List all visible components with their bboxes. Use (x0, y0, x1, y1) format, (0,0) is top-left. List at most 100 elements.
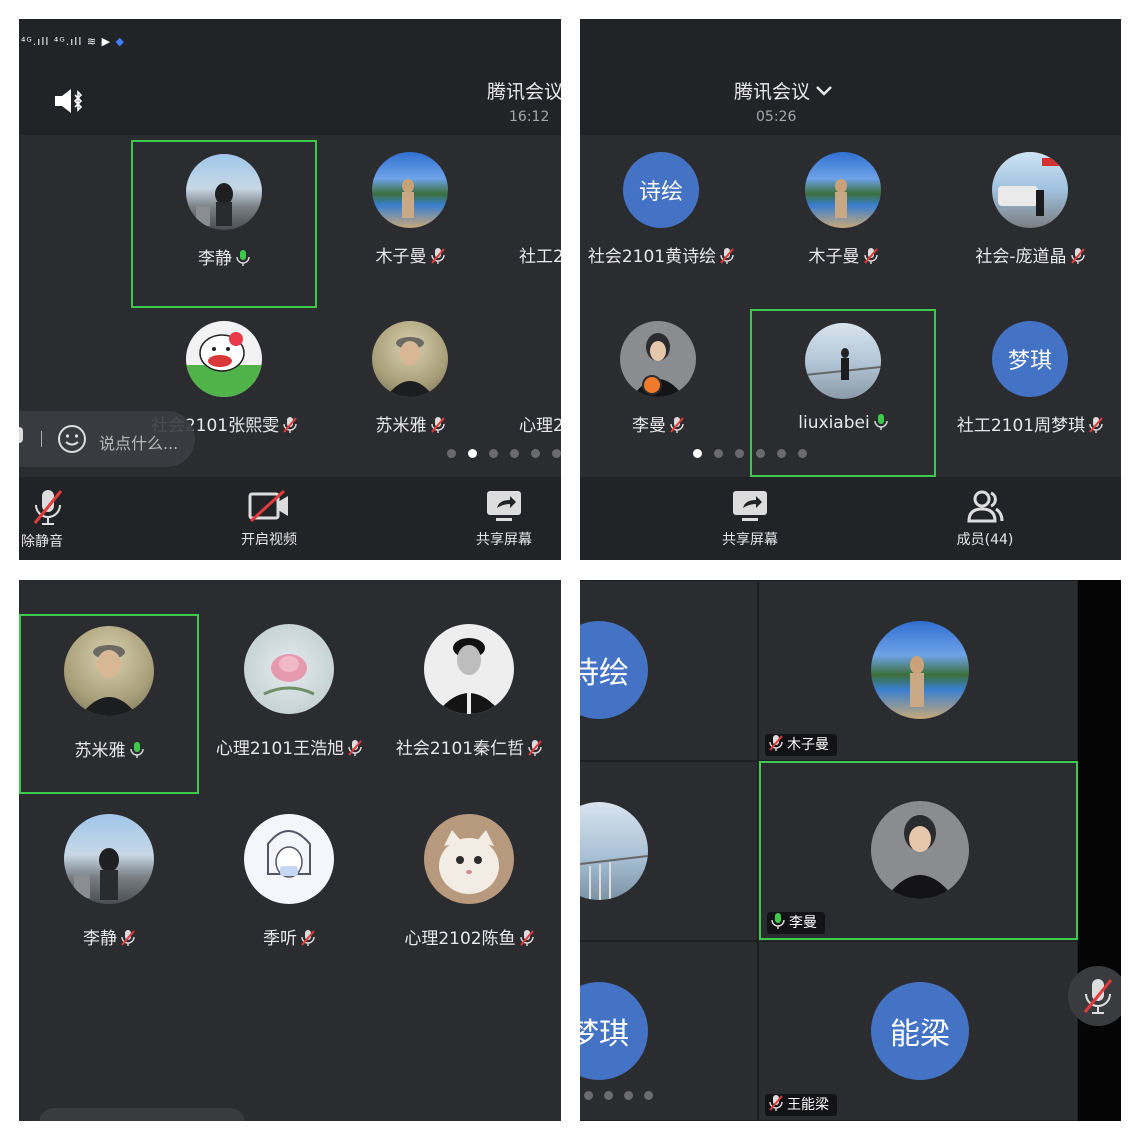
participant-name: 社会-庞道晶 (975, 247, 1067, 267)
participant-tile[interactable]: 季听 (199, 804, 379, 984)
participant-tile[interactable]: 木子曼 (750, 140, 936, 308)
avatar (372, 152, 448, 228)
meeting-screen-2: 腾讯会议 05:26 诗绘 社会2101黄诗绘 木子曼 社会-庞道晶 李曼 li… (580, 19, 1121, 560)
chevron-down-icon (816, 86, 832, 96)
avatar-initials: 诗绘 (623, 152, 699, 228)
participant-tile[interactable]: 诗绘 社会2101黄诗绘 (580, 140, 754, 308)
participant-name: 木子曼 (787, 737, 829, 753)
mic-muted-icon (430, 248, 445, 264)
page-indicator (693, 449, 807, 458)
avatar (244, 814, 334, 904)
avatar (805, 152, 881, 228)
avatar-initials: 梦琪 (580, 982, 648, 1080)
share-screen-button[interactable]: 共享屏幕 (449, 489, 559, 549)
participant-tile[interactable]: 心理2101王浩旭 (199, 614, 379, 794)
participant-tile[interactable]: 社会-庞道晶 (937, 140, 1121, 308)
participant-tile[interactable]: 李静 (131, 140, 317, 308)
page-indicator (447, 449, 561, 458)
avatar (992, 152, 1068, 228)
emoji-icon[interactable] (57, 424, 87, 454)
mic-muted-icon (1089, 417, 1103, 433)
top-bar: ⁴ᴳ.ıll ⁴ᴳ.ıll ≋ ▶ ◆ 腾讯会议 16:12 (19, 19, 561, 135)
meeting-screen-3: 苏米雅 心理2101王浩旭 社会2101秦仁哲 李静 季听 心理2102陈鱼 (19, 580, 561, 1121)
chat-placeholder[interactable]: 说点什么... (99, 430, 178, 454)
avatar-initials: 梦琪 (992, 321, 1068, 397)
participant-name: 木子曼 (375, 247, 427, 267)
mic-muted-icon (1083, 979, 1113, 1014)
unmute-button[interactable]: 除静音 (19, 489, 89, 551)
page-dot (604, 1091, 613, 1100)
mic-muted-icon (720, 248, 734, 264)
meeting-time: 05:26 (756, 109, 797, 125)
gallery-cell[interactable] (580, 761, 758, 941)
participant-tile[interactable]: 社工2 (489, 140, 561, 308)
gallery-cell[interactable]: 能梁 王能梁 (758, 941, 1078, 1121)
bottom-pill[interactable] (39, 1108, 245, 1121)
participant-name: liuxiabei (798, 413, 870, 433)
members-label: 成员(44) (956, 532, 1014, 548)
mic-muted-icon (670, 417, 684, 433)
mic-muted-icon (863, 248, 878, 264)
mic-on-icon (874, 414, 888, 430)
participant-tile[interactable]: 社会2101秦仁哲 (379, 614, 559, 794)
top-bar: 腾讯会议 05:26 (580, 19, 1121, 135)
gallery-cell[interactable]: 李曼 (759, 761, 1078, 940)
avatar (186, 321, 262, 397)
participant-name: 社会2101秦仁哲 (395, 739, 525, 759)
page-dot (489, 449, 498, 458)
avatar (871, 621, 969, 719)
mute-label: 除静音 (21, 534, 63, 550)
page-dot (756, 449, 765, 458)
participant-tile[interactable]: 李静 (19, 804, 199, 984)
meeting-time: 16:12 (509, 109, 550, 125)
avatar (424, 814, 514, 904)
avatar (64, 626, 154, 716)
host-badge-icon (642, 375, 662, 395)
gallery-cell[interactable]: 木子曼 (758, 580, 1078, 761)
gallery-cell[interactable]: 梦琪 (580, 941, 758, 1121)
participant-tile[interactable]: 苏米雅 (19, 614, 199, 794)
meeting-screen-1: ⁴ᴳ.ıll ⁴ᴳ.ıll ≋ ▶ ◆ 腾讯会议 16:12 李静 木子曼 社工… (19, 19, 561, 560)
mic-muted-icon (1070, 248, 1085, 264)
avatar (805, 323, 881, 399)
page-dot (510, 449, 519, 458)
mic-muted-icon (301, 930, 315, 946)
page-dot (447, 449, 456, 458)
avatar (580, 802, 648, 900)
mic-on-icon (129, 742, 144, 758)
participant-name: 李曼 (632, 416, 666, 436)
participant-tile[interactable]: 梦琪 社工2101周梦琪 (937, 309, 1121, 477)
mic-muted-icon (769, 1095, 783, 1111)
participant-tile[interactable]: 心理2102陈鱼 (379, 804, 559, 984)
mic-muted-icon (519, 930, 534, 946)
page-dot (798, 449, 807, 458)
meeting-title[interactable]: 腾讯会议 (487, 77, 561, 104)
bottom-toolbar: 除静音 开启视频 共享屏幕 (19, 477, 561, 560)
meeting-title[interactable]: 腾讯会议 (734, 77, 834, 104)
participant-name: 木子曼 (808, 247, 860, 267)
participant-name: 心理2102陈鱼 (404, 929, 516, 949)
share-label: 共享屏幕 (722, 532, 778, 548)
participant-name: 社工2101周梦琪 (956, 416, 1086, 436)
avatar (372, 321, 448, 397)
share-screen-button[interactable]: 共享屏幕 (695, 489, 805, 549)
mic-muted-icon (348, 740, 362, 756)
participant-name: 苏米雅 (74, 741, 126, 761)
members-button[interactable]: 成员(44) (930, 489, 1040, 549)
share-label: 共享屏幕 (476, 532, 532, 548)
page-dot (584, 1091, 593, 1100)
speaker-bluetooth-icon[interactable] (53, 87, 85, 115)
participant-name: 王能梁 (787, 1097, 829, 1113)
floating-mic-button[interactable] (1068, 966, 1121, 1026)
mic-on-icon (236, 250, 250, 266)
app-status-icon: ◆ (115, 35, 126, 48)
chat-input-pill[interactable]: 说点什么... (19, 411, 195, 467)
start-video-button[interactable]: 开启视频 (214, 489, 324, 549)
avatar (186, 154, 262, 230)
gallery-cell[interactable]: 诗绘 (580, 580, 758, 761)
name-label: 王能梁 (765, 1094, 837, 1116)
page-dot (735, 449, 744, 458)
participant-name: 李曼 (789, 915, 817, 931)
participant-tile[interactable]: 木子曼 (317, 140, 503, 308)
page-dot-active (468, 449, 477, 458)
